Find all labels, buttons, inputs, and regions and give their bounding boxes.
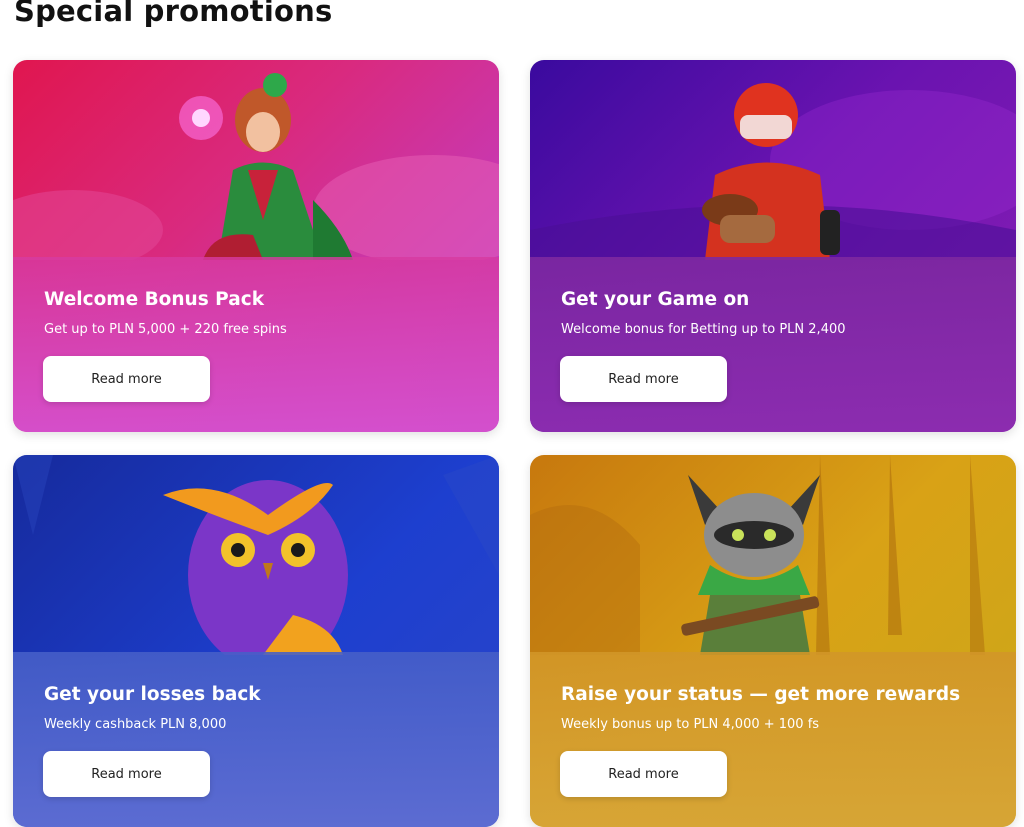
promo-title: Raise your status — get more rewards	[561, 684, 961, 705]
promo-card-betting-bonus[interactable]: Get your Game on Welcome bonus for Betti…	[530, 60, 1016, 432]
page-title: Special promotions	[14, 0, 333, 28]
promo-card-cashback[interactable]: Get your losses back Weekly cashback PLN…	[13, 455, 499, 827]
promo-card-status-rewards[interactable]: Raise your status — get more rewards Wee…	[530, 455, 1016, 827]
read-more-button[interactable]: Read more	[560, 751, 727, 797]
elf-girl-illustration	[13, 73, 499, 260]
football-player-illustration	[530, 83, 1016, 260]
promo-card-content: Get your Game on Welcome bonus for Betti…	[530, 257, 1016, 432]
promo-card-content: Raise your status — get more rewards Wee…	[530, 652, 1016, 827]
read-more-button[interactable]: Read more	[43, 751, 210, 797]
raccoon-illustration	[530, 455, 985, 655]
read-more-button[interactable]: Read more	[43, 356, 210, 402]
promotions-grid: Welcome Bonus Pack Get up to PLN 5,000 +…	[13, 60, 1016, 827]
promo-subtitle: Weekly bonus up to PLN 4,000 + 100 fs	[561, 717, 820, 732]
promo-title: Get your Game on	[561, 289, 750, 310]
promo-subtitle: Welcome bonus for Betting up to PLN 2,40…	[561, 322, 846, 337]
promo-title: Welcome Bonus Pack	[44, 289, 264, 310]
promo-title: Get your losses back	[44, 684, 261, 705]
promo-card-content: Get your losses back Weekly cashback PLN…	[13, 652, 499, 827]
read-more-button[interactable]: Read more	[560, 356, 727, 402]
promo-card-content: Welcome Bonus Pack Get up to PLN 5,000 +…	[13, 257, 499, 432]
promo-subtitle: Weekly cashback PLN 8,000	[44, 717, 227, 732]
owl-illustration	[13, 455, 499, 655]
promo-subtitle: Get up to PLN 5,000 + 220 free spins	[44, 322, 287, 337]
promo-card-welcome-bonus[interactable]: Welcome Bonus Pack Get up to PLN 5,000 +…	[13, 60, 499, 432]
